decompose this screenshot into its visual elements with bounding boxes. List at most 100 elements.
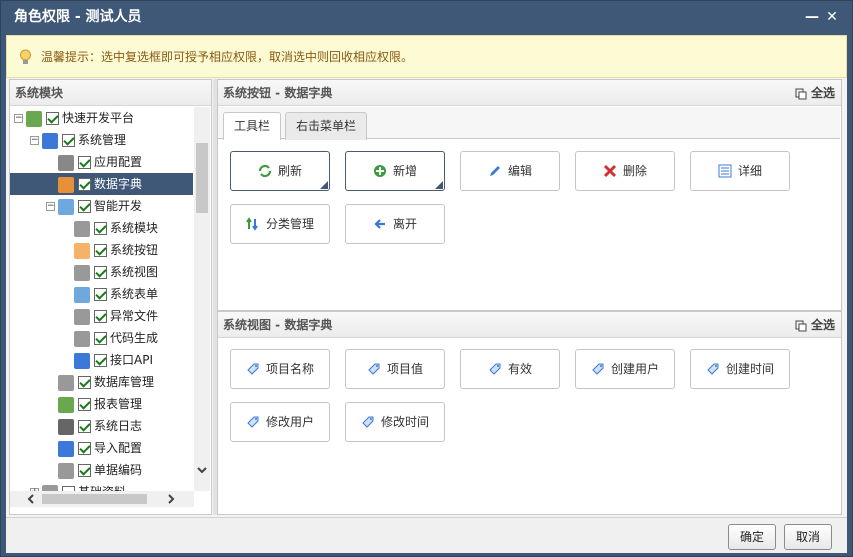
tree-node[interactable]: − 快速开发平台 <box>10 107 193 129</box>
tab-toolbar[interactable]: 工具栏 <box>223 112 282 140</box>
tree-node-label: 异常文件 <box>110 309 159 323</box>
permission-button[interactable]: 详细 <box>690 151 790 191</box>
tree-vertical-scrollbar[interactable] <box>194 107 210 491</box>
tree-node-label: 系统管理 <box>78 133 127 147</box>
tree-node[interactable]: 代码生成 <box>10 327 193 349</box>
tree-node[interactable]: 系统表单 <box>10 283 193 305</box>
tree-node[interactable]: 导入配置 <box>10 437 193 459</box>
view-field-button[interactable]: 创建时间 <box>690 349 790 389</box>
view-field-label: 创建时间 <box>725 362 774 376</box>
tree-checkbox[interactable] <box>62 134 75 147</box>
title-bar[interactable]: 角色权限 - 测试人员 — ✕ <box>1 1 852 34</box>
tree-line <box>46 400 55 409</box>
add-icon <box>373 164 393 178</box>
buttons-select-all-label: 全选 <box>810 86 835 100</box>
tree-node[interactable]: 报表管理 <box>10 393 193 415</box>
tree-checkbox[interactable] <box>78 420 91 433</box>
tree-checkbox[interactable] <box>78 200 91 213</box>
tree-checkbox[interactable] <box>94 244 107 257</box>
module-tree-title: 系统模块 <box>15 86 64 100</box>
tree-node[interactable]: − 智能开发 <box>10 195 193 217</box>
tree-line <box>46 180 55 189</box>
detail-icon <box>718 164 738 178</box>
tree-checkbox[interactable] <box>94 354 107 367</box>
permission-button[interactable]: 删除 <box>575 151 675 191</box>
close-icon[interactable]: ✕ <box>823 1 841 34</box>
tree-node[interactable]: 系统模块 <box>10 217 193 239</box>
gear-icon <box>58 154 74 171</box>
tag-icon <box>246 415 266 429</box>
tree-checkbox[interactable] <box>78 398 91 411</box>
tree-checkbox[interactable] <box>78 156 91 169</box>
tree-node[interactable]: 异常文件 <box>10 305 193 327</box>
minimize-icon[interactable]: — <box>803 1 821 34</box>
tip-banner: 温馨提示：选中复选框即可授予相应权限，取消选中则回收相应权限。 <box>6 35 847 78</box>
views-select-all-label: 全选 <box>810 318 835 332</box>
tree-checkbox[interactable] <box>94 332 107 345</box>
tag-icon <box>367 362 387 376</box>
permission-button[interactable]: 编辑 <box>460 151 560 191</box>
tree-node[interactable]: 应用配置 <box>10 151 193 173</box>
view-field-button[interactable]: 修改用户 <box>230 402 330 442</box>
window-icon <box>74 220 90 237</box>
tree-node[interactable]: 数据字典 <box>10 173 193 195</box>
module-tree-header: 系统模块 <box>10 80 211 106</box>
permission-button[interactable]: 分类管理 <box>230 204 330 244</box>
tree-node[interactable]: 单据编码 <box>10 459 193 481</box>
tree-checkbox[interactable] <box>94 266 107 279</box>
tree-line <box>62 246 71 255</box>
collapse-icon[interactable]: − <box>46 202 55 211</box>
view-field-button[interactable]: 修改时间 <box>345 402 445 442</box>
tree-checkbox[interactable] <box>94 288 107 301</box>
permission-button[interactable]: 离开 <box>345 204 445 244</box>
system-views-header: 系统视图 - 数据字典 全选 <box>218 312 841 338</box>
permission-button[interactable]: 刷新 <box>230 151 330 191</box>
tree-horizontal-scroll-thumb[interactable] <box>42 494 147 504</box>
view-field-button[interactable]: 项目名称 <box>230 349 330 389</box>
view-field-button[interactable]: 创建用户 <box>575 349 675 389</box>
view-field-button[interactable]: 项目值 <box>345 349 445 389</box>
tag-icon <box>488 362 508 376</box>
tree-checkbox[interactable] <box>78 376 91 389</box>
buttons-icon <box>74 242 90 259</box>
cancel-button[interactable]: 取消 <box>784 524 832 550</box>
tree-node[interactable]: 系统日志 <box>10 415 193 437</box>
collapse-icon[interactable]: − <box>14 114 23 123</box>
confirm-button[interactable]: 确定 <box>728 524 776 550</box>
tree-node-label: 系统模块 <box>110 221 159 235</box>
tree-checkbox[interactable] <box>78 178 91 191</box>
tree-horizontal-scrollbar[interactable] <box>10 491 194 507</box>
tree-node[interactable]: 接口API <box>10 349 193 371</box>
tree-checkbox[interactable] <box>46 112 59 125</box>
view-field-label: 项目名称 <box>265 362 314 376</box>
tree-node[interactable]: 系统视图 <box>10 261 193 283</box>
refresh-icon <box>258 164 278 178</box>
view-field-button[interactable]: 有效 <box>460 349 560 389</box>
tree-node-label: 快速开发平台 <box>62 111 135 125</box>
role-permission-dialog: 角色权限 - 测试人员 — ✕ 温馨提示：选中复选框即可授予相应权限，取消选中则… <box>0 0 853 557</box>
scroll-left-icon[interactable] <box>26 494 36 504</box>
tip-text: 温馨提示：选中复选框即可授予相应权限，取消选中则回收相应权限。 <box>41 50 414 64</box>
tree-line <box>62 224 71 233</box>
scroll-right-icon[interactable] <box>166 494 176 504</box>
tree-node[interactable]: 数据库管理 <box>10 371 193 393</box>
tree-node-label: 系统表单 <box>110 287 159 301</box>
collapse-icon[interactable]: − <box>30 136 39 145</box>
tree-node[interactable]: 系统按钮 <box>10 239 193 261</box>
buttons-select-all[interactable]: 全选 <box>795 80 835 106</box>
tree-node[interactable]: +基础资料 <box>10 481 193 491</box>
tree-node[interactable]: − 系统管理 <box>10 129 193 151</box>
tree-checkbox[interactable] <box>94 310 107 323</box>
views-select-all[interactable]: 全选 <box>795 312 835 338</box>
tab-context-menu[interactable]: 右击菜单栏 <box>285 112 368 140</box>
tree-checkbox[interactable] <box>94 222 107 235</box>
tree-checkbox[interactable] <box>78 464 91 477</box>
permission-button[interactable]: 新增 <box>345 151 445 191</box>
tag-icon <box>246 362 266 376</box>
scroll-down-icon[interactable] <box>197 465 207 475</box>
copy-icon <box>795 320 807 331</box>
tree-checkbox[interactable] <box>78 442 91 455</box>
monitor-icon <box>58 198 74 215</box>
tree-vertical-scroll-thumb[interactable] <box>196 143 208 213</box>
permission-button-label: 新增 <box>392 164 417 178</box>
